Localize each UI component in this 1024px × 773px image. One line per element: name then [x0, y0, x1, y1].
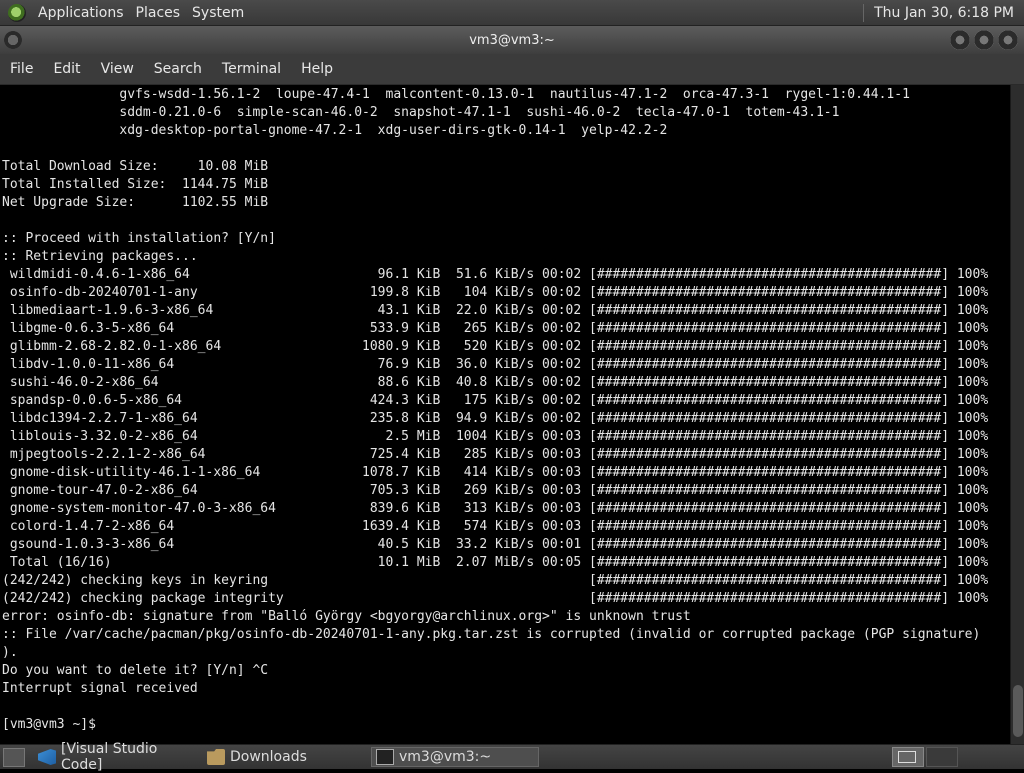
- terminal-line: sddm-0.21.0-6 simple-scan-46.0-2 snapsho…: [2, 105, 840, 120]
- terminal-window: vm3@vm3:~ File Edit View Search Terminal…: [0, 26, 1024, 744]
- close-icon[interactable]: [998, 30, 1018, 50]
- terminal-line: wildmidi-0.4.6-1-x86_64 96.1 KiB 51.6 Ki…: [2, 267, 989, 282]
- terminal-line: colord-1.4.7-2-x86_64 1639.4 KiB 574 KiB…: [2, 519, 989, 534]
- terminal-line: libmediaart-1.9.6-3-x86_64 43.1 KiB 22.0…: [2, 303, 989, 318]
- minimize-icon[interactable]: [950, 30, 970, 50]
- clock[interactable]: Thu Jan 30, 6:18 PM: [874, 5, 1024, 21]
- terminal-line: gnome-disk-utility-46.1-1-x86_64 1078.7 …: [2, 465, 989, 480]
- menubar: File Edit View Search Terminal Help: [0, 54, 1024, 85]
- top-panel: Applications Places System Thu Jan 30, 6…: [0, 0, 1024, 26]
- terminal-line: xdg-desktop-portal-gnome-47.2-1 xdg-user…: [2, 123, 668, 138]
- terminal-line: osinfo-db-20240701-1-any 199.8 KiB 104 K…: [2, 285, 989, 300]
- menu-help[interactable]: Help: [291, 61, 343, 77]
- terminal-output[interactable]: gvfs-wsdd-1.56.1-2 loupe-47.4-1 malconte…: [0, 85, 1010, 744]
- menu-view[interactable]: View: [91, 61, 144, 77]
- terminal-line: Do you want to delete it? [Y/n] ^C: [2, 663, 269, 678]
- terminal-line: (242/242) checking package integrity [##…: [2, 591, 989, 606]
- terminal-line: gnome-tour-47.0-2-x86_64 705.3 KiB 269 K…: [2, 483, 989, 498]
- task-vscode[interactable]: [Visual Studio Code]: [34, 741, 199, 773]
- task-downloads[interactable]: Downloads: [203, 747, 368, 767]
- scrollbar-thumb[interactable]: [1013, 685, 1023, 737]
- places-menu[interactable]: Places: [130, 5, 187, 21]
- window-title: vm3@vm3:~: [469, 32, 555, 48]
- terminal-line: libdc1394-2.2.7-1-x86_64 235.8 KiB 94.9 …: [2, 411, 989, 426]
- menu-search[interactable]: Search: [144, 61, 212, 77]
- workspace-1[interactable]: [892, 747, 924, 767]
- terminal-line: libgme-0.6.3-5-x86_64 533.9 KiB 265 KiB/…: [2, 321, 989, 336]
- window-menu-icon[interactable]: [4, 31, 22, 49]
- maximize-icon[interactable]: [974, 30, 994, 50]
- window-titlebar[interactable]: vm3@vm3:~: [0, 26, 1024, 54]
- folder-icon: [207, 749, 225, 765]
- task-label: [Visual Studio Code]: [61, 741, 158, 773]
- terminal-line: (242/242) checking keys in keyring [####…: [2, 573, 989, 588]
- terminal-line: glibmm-2.68-2.82.0-1-x86_64 1080.9 KiB 5…: [2, 339, 989, 354]
- menu-terminal[interactable]: Terminal: [212, 61, 291, 77]
- distro-logo-icon[interactable]: [8, 3, 26, 22]
- terminal-line: :: Retrieving packages...: [2, 249, 198, 264]
- terminal-line: :: Proceed with installation? [Y/n]: [2, 231, 276, 246]
- terminal-line: error: osinfo-db: signature from "Balló …: [2, 609, 691, 624]
- task-label: Downloads: [230, 749, 307, 765]
- menu-file[interactable]: File: [0, 61, 43, 77]
- terminal-line: gnome-system-monitor-47.0-3-x86_64 839.6…: [2, 501, 989, 516]
- terminal-line: Total (16/16) 10.1 MiB 2.07 MiB/s 00:05 …: [2, 555, 989, 570]
- terminal-line: ).: [2, 645, 18, 660]
- terminal-line: gsound-1.0.3-3-x86_64 40.5 KiB 33.2 KiB/…: [2, 537, 989, 552]
- terminal-line: gvfs-wsdd-1.56.1-2 loupe-47.4-1 malconte…: [2, 87, 910, 102]
- terminal-line: mjpegtools-2.2.1-2-x86_64 725.4 KiB 285 …: [2, 447, 989, 462]
- terminal-line: spandsp-0.0.6-5-x86_64 424.3 KiB 175 KiB…: [2, 393, 989, 408]
- terminal-icon: [376, 749, 394, 765]
- workspace-window-preview: [898, 751, 916, 763]
- applications-menu[interactable]: Applications: [32, 5, 130, 21]
- terminal-line: sushi-46.0-2-x86_64 88.6 KiB 40.8 KiB/s …: [2, 375, 989, 390]
- terminal-line: liblouis-3.32.0-2-x86_64 2.5 MiB 1004 Ki…: [2, 429, 989, 444]
- menu-edit[interactable]: Edit: [43, 61, 90, 77]
- terminal-line: libdv-1.0.0-11-x86_64 76.9 KiB 36.0 KiB/…: [2, 357, 989, 372]
- terminal-line: [vm3@vm3 ~]$: [2, 717, 104, 732]
- terminal-line: :: File /var/cache/pacman/pkg/osinfo-db-…: [2, 627, 981, 642]
- workspace-2[interactable]: [926, 747, 958, 767]
- terminal-line: Net Upgrade Size: 1102.55 MiB: [2, 195, 269, 210]
- system-menu[interactable]: System: [186, 5, 250, 21]
- panel-separator: [863, 3, 865, 22]
- task-terminal[interactable]: vm3@vm3:~: [371, 747, 539, 767]
- terminal-line: Total Download Size: 10.08 MiB: [2, 159, 269, 174]
- vscode-icon: [38, 749, 56, 765]
- terminal-scrollbar[interactable]: [1010, 85, 1024, 744]
- terminal-line: Total Installed Size: 1144.75 MiB: [2, 177, 269, 192]
- task-label: vm3@vm3:~: [399, 749, 492, 765]
- terminal-line: Interrupt signal received: [2, 681, 198, 696]
- show-desktop-icon[interactable]: [3, 748, 25, 767]
- taskbar: [Visual Studio Code] Downloads vm3@vm3:~: [0, 741, 1024, 773]
